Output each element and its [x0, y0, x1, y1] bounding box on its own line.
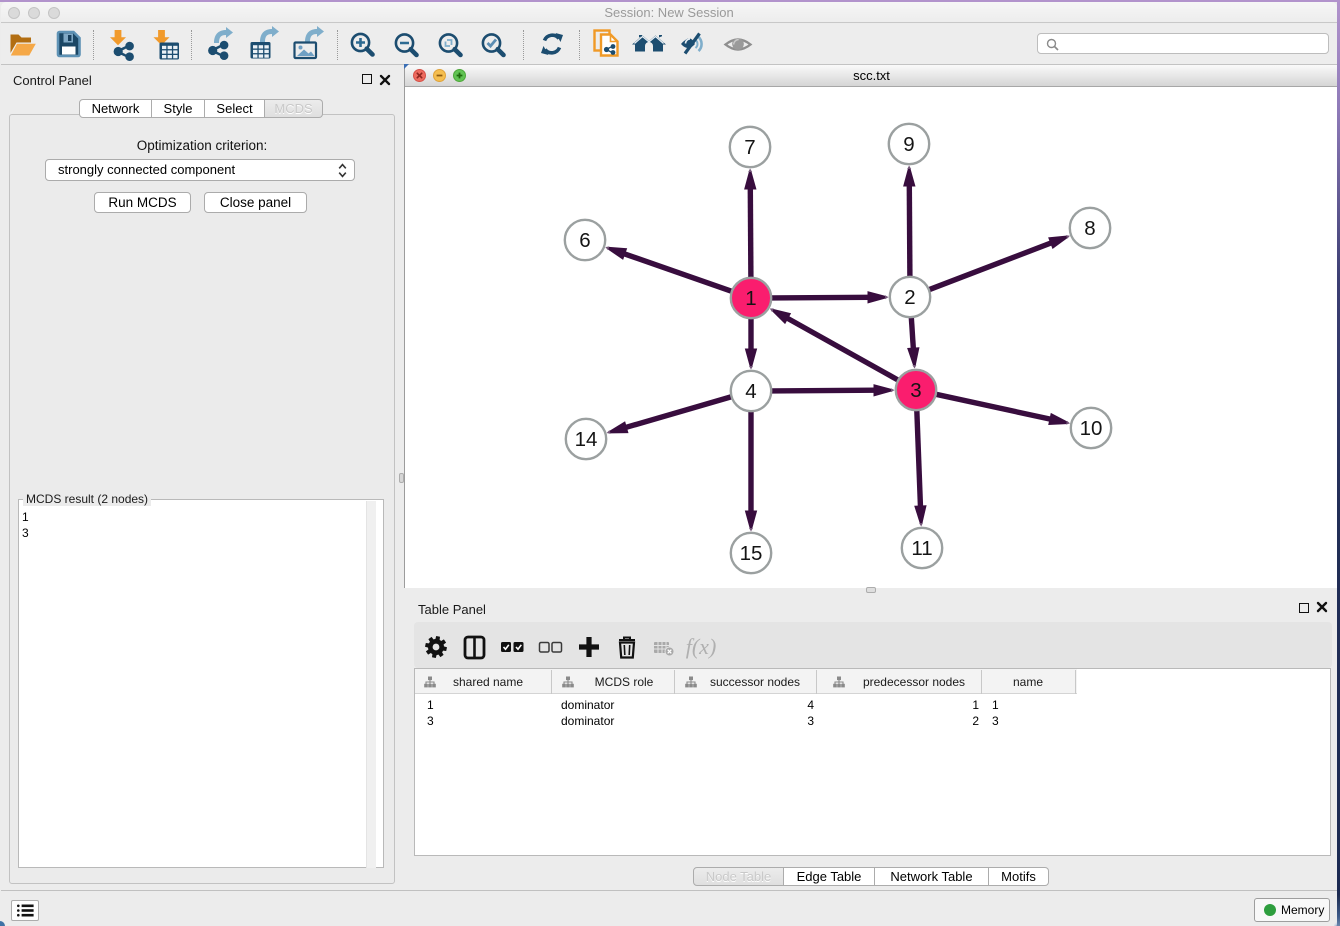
svg-text:8: 8 — [1084, 217, 1095, 240]
svg-text:15: 15 — [740, 542, 763, 565]
svg-text:14: 14 — [575, 428, 598, 451]
svg-text:1: 1 — [745, 287, 756, 310]
svg-text:10: 10 — [1080, 417, 1103, 440]
svg-text:3: 3 — [910, 379, 921, 402]
svg-text:7: 7 — [744, 136, 755, 159]
svg-text:11: 11 — [911, 537, 932, 560]
svg-text:2: 2 — [904, 286, 915, 309]
svg-text:6: 6 — [579, 229, 590, 252]
svg-text:9: 9 — [903, 133, 914, 156]
svg-text:4: 4 — [745, 380, 756, 403]
svg-text:f(x): f(x) — [686, 634, 717, 659]
